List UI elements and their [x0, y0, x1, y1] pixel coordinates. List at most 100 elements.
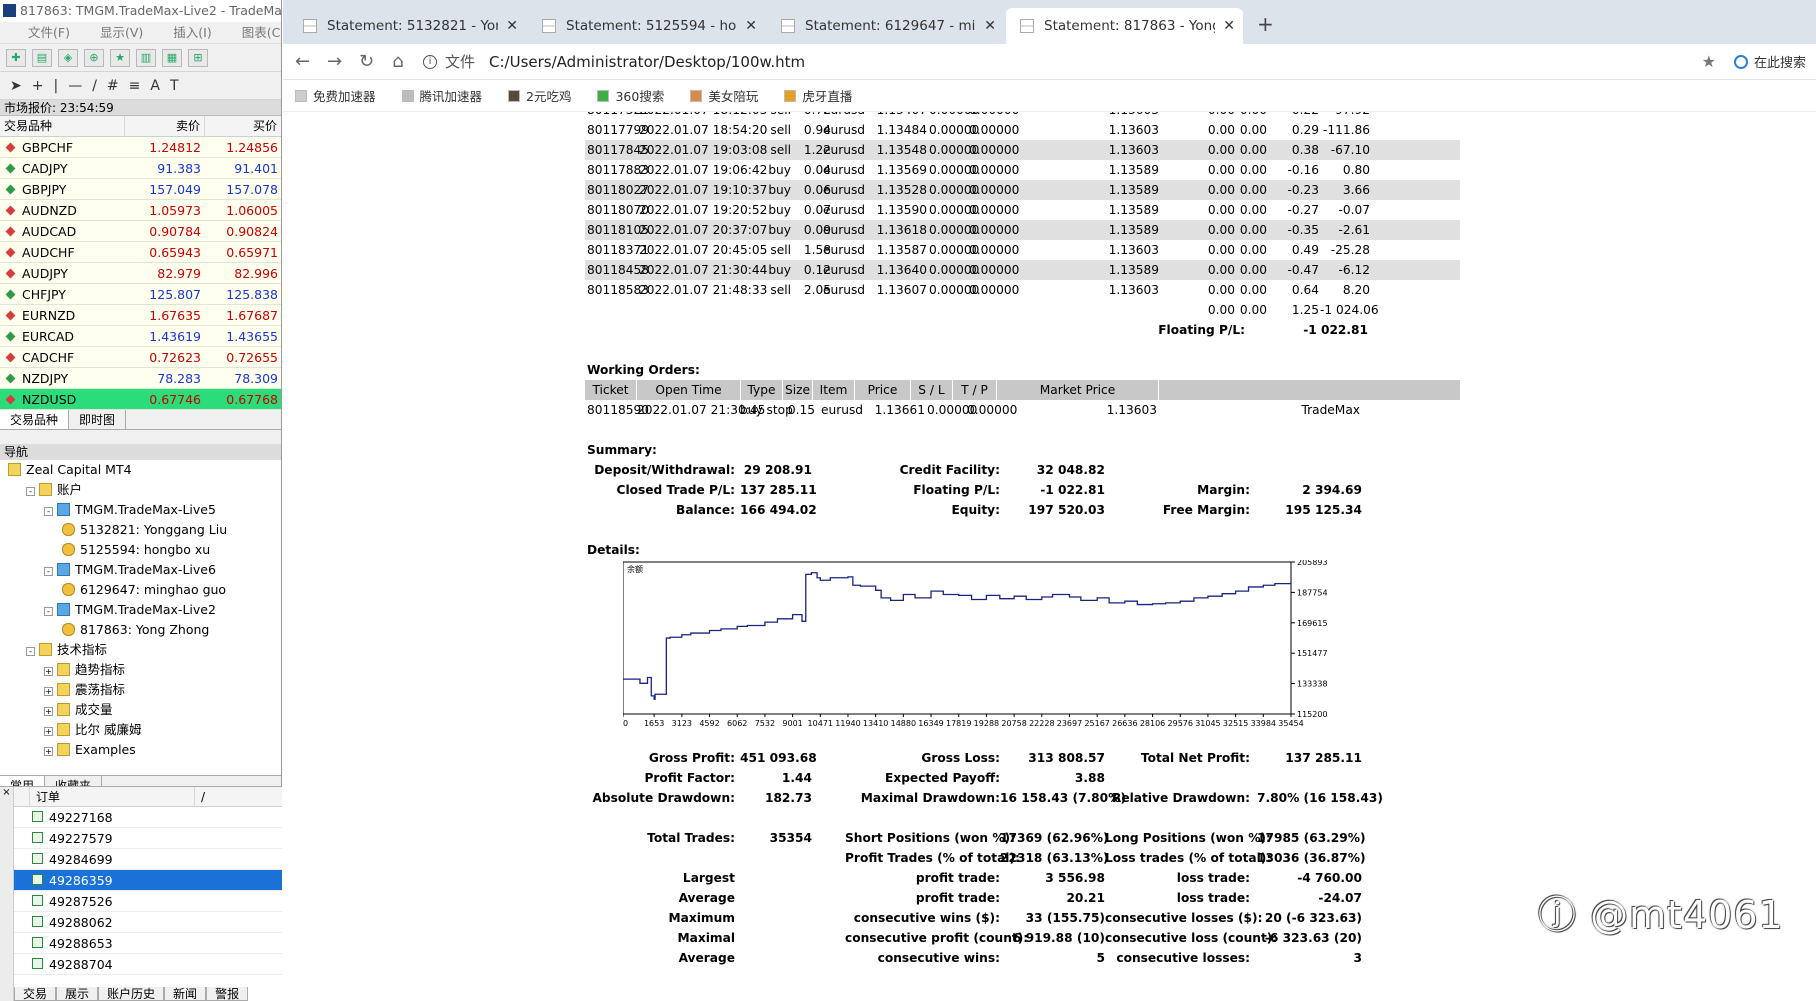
collapse-icon[interactable]: -	[44, 567, 53, 576]
nav-item[interactable]: + 比尔 威廉姆	[0, 720, 281, 740]
browser-tab[interactable]: Statement: 817863 - Yong Zhong ✕	[1006, 8, 1243, 44]
browser-tab[interactable]: Statement: 5125594 - hongbo xu ✕	[528, 8, 765, 44]
search-box[interactable]: 在此搜索	[1733, 52, 1806, 71]
collapse-icon[interactable]: -	[26, 647, 35, 656]
market-row[interactable]: NZDJPY 78.283 78.309	[0, 368, 281, 389]
order-row[interactable]: 49288653	[14, 933, 282, 954]
forward-icon[interactable]: →	[327, 51, 342, 72]
close-tab-icon[interactable]: ✕	[506, 18, 518, 34]
bookmark-item[interactable]: 腾讯加速器	[401, 86, 482, 105]
orders-header-cell[interactable]: /	[195, 787, 296, 807]
market-row[interactable]: AUDNZD 1.05973 1.06005	[0, 200, 281, 221]
expand-icon[interactable]: +	[44, 687, 53, 696]
label-icon[interactable]: T	[170, 78, 179, 94]
collapse-icon[interactable]: -	[26, 487, 35, 496]
market-tab[interactable]: 即时图	[69, 410, 127, 429]
collapse-icon[interactable]: -	[44, 507, 53, 516]
expand-icon[interactable]: +	[44, 707, 53, 716]
market-row[interactable]: GBPJPY 157.049 157.078	[0, 179, 281, 200]
market-row[interactable]: NZDUSD 0.67746 0.67768	[0, 389, 281, 410]
menu-item[interactable]: 文件(F)	[28, 25, 70, 40]
reload-icon[interactable]: ↻	[359, 51, 374, 72]
market-row[interactable]: EURNZD 1.67635 1.67687	[0, 305, 281, 326]
bookmark-item[interactable]: 美女陪玩	[690, 86, 758, 105]
nav-item[interactable]: + 成交量	[0, 700, 281, 720]
close-icon[interactable]: ×	[2, 787, 10, 798]
orders-header-cell[interactable]: 订单	[30, 787, 195, 807]
new-tab-button[interactable]: +	[1257, 12, 1274, 36]
collapse-icon[interactable]: -	[44, 607, 53, 616]
nav-item[interactable]: - 技术指标	[0, 640, 281, 660]
vertical-line-icon[interactable]: |	[53, 78, 58, 94]
market-header-cell[interactable]: 交易品种	[0, 116, 125, 137]
crosshair-icon[interactable]: +	[32, 78, 44, 94]
order-row[interactable]: 49287526	[14, 891, 282, 912]
navigator-icon[interactable]: ★	[110, 48, 130, 67]
info-icon[interactable]: i	[423, 54, 437, 69]
bookmark-item[interactable]: 虎牙直播	[784, 86, 852, 105]
expand-icon[interactable]: +	[44, 727, 53, 736]
bookmark-star-icon[interactable]: ★	[1702, 52, 1716, 71]
market-header-cell[interactable]: 买价	[205, 116, 281, 137]
tester-icon[interactable]: ▦	[162, 48, 182, 67]
terminal-tab[interactable]: 警报	[206, 987, 249, 1001]
browser-tab[interactable]: Statement: 5132821 - Yonggang Liu ✕	[289, 8, 526, 44]
market-row[interactable]: AUDCAD 0.90784 0.90824	[0, 221, 281, 242]
market-row[interactable]: AUDJPY 82.979 82.996	[0, 263, 281, 284]
terminal-tab[interactable]: 新闻	[164, 987, 207, 1001]
nav-item[interactable]: 6129647: minghao guo	[0, 580, 281, 600]
order-row[interactable]: 49227168	[14, 807, 282, 828]
close-tab-icon[interactable]: ✕	[745, 18, 757, 34]
menu-item[interactable]: 图表(C)	[242, 25, 281, 40]
terminal-tab[interactable]: 交易	[14, 987, 57, 1001]
bookmark-item[interactable]: 360搜索	[597, 86, 664, 105]
new-order-icon[interactable]: ✚	[6, 48, 26, 67]
nav-item[interactable]: + 震荡指标	[0, 680, 281, 700]
cursor-icon[interactable]: ➤	[10, 78, 22, 94]
browser-tab[interactable]: Statement: 6129647 - minghao guo ✕	[767, 8, 1004, 44]
nav-item[interactable]: - TMGM.TradeMax-Live5	[0, 500, 281, 520]
nav-item[interactable]: 5125594: hongbo xu	[0, 540, 281, 560]
terminal-tab[interactable]: 展示	[56, 987, 99, 1001]
terminal-tab[interactable]: 账户历史	[98, 987, 165, 1001]
market-watch-icon[interactable]: ◈	[58, 48, 78, 67]
market-header-cell[interactable]: 卖价	[125, 116, 205, 137]
url-field[interactable]: i 文件 C:/Users/Administrator/Desktop/100w…	[423, 51, 1702, 72]
bookmark-item[interactable]: 2元吃鸡	[508, 86, 571, 105]
nav-item[interactable]: + 趋势指标	[0, 660, 281, 680]
market-row[interactable]: EURCAD 1.43619 1.43655	[0, 326, 281, 347]
market-row[interactable]: AUDCHF 0.65943 0.65971	[0, 242, 281, 263]
market-row[interactable]: GBPCHF 1.24812 1.24856	[0, 137, 281, 158]
nav-item[interactable]: - 账户	[0, 480, 281, 500]
order-row[interactable]: 49288062	[14, 912, 282, 933]
menu-item[interactable]: 显示(V)	[100, 25, 143, 40]
market-row[interactable]: CADJPY 91.383 91.401	[0, 158, 281, 179]
expand-icon[interactable]: +	[44, 667, 53, 676]
nav-item[interactable]: Zeal Capital MT4	[0, 460, 281, 480]
nav-item[interactable]: - TMGM.TradeMax-Live2	[0, 600, 281, 620]
order-row[interactable]: 49286359	[14, 870, 282, 891]
market-tab[interactable]: 交易品种	[0, 410, 70, 429]
channel-icon[interactable]: #	[107, 78, 119, 94]
market-row[interactable]: CHFJPY 125.807 125.838	[0, 284, 281, 305]
menu-item[interactable]: 插入(I)	[173, 25, 211, 40]
nav-item[interactable]: 817863: Yong Zhong	[0, 620, 281, 640]
back-icon[interactable]: ←	[295, 51, 310, 72]
horizontal-line-icon[interactable]: —	[68, 78, 82, 94]
nav-item[interactable]: 5132821: Yonggang Liu	[0, 520, 281, 540]
new-chart-icon[interactable]: ⊞	[188, 48, 208, 67]
bookmark-item[interactable]: 免费加速器	[295, 86, 376, 105]
home-icon[interactable]: ⌂	[391, 51, 405, 72]
fibonacci-icon[interactable]: ≡	[129, 78, 141, 94]
text-icon[interactable]: A	[150, 78, 160, 94]
nav-item[interactable]: + Examples	[0, 740, 281, 760]
trendline-icon[interactable]: /	[92, 78, 97, 94]
data-window-icon[interactable]: ⊕	[84, 48, 104, 67]
profiles-icon[interactable]: ▤	[32, 48, 52, 67]
terminal-icon[interactable]: ▥	[136, 48, 156, 67]
order-row[interactable]: 49288704	[14, 954, 282, 975]
market-row[interactable]: CADCHF 0.72623 0.72655	[0, 347, 281, 368]
order-row[interactable]: 49284699	[14, 849, 282, 870]
order-row[interactable]: 49227579	[14, 828, 282, 849]
nav-item[interactable]: - TMGM.TradeMax-Live6	[0, 560, 281, 580]
